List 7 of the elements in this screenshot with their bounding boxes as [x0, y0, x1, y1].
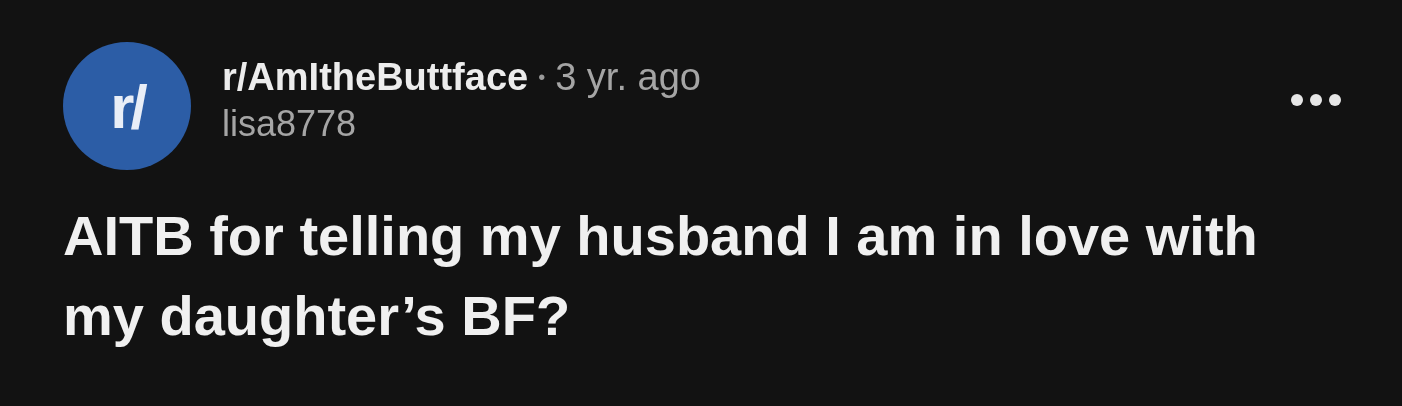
post-title[interactable]: AITB for telling my husband I am in love with my daughter’s BF? — [63, 196, 1313, 356]
subreddit-avatar[interactable]: r/ — [63, 42, 191, 170]
separator: • — [538, 66, 546, 89]
author-name[interactable]: lisa8778 — [222, 103, 1291, 145]
post-age: 3 yr. ago — [555, 56, 701, 99]
more-icon[interactable] — [1291, 94, 1341, 106]
subreddit-name[interactable]: r/AmItheButtface — [222, 56, 529, 99]
